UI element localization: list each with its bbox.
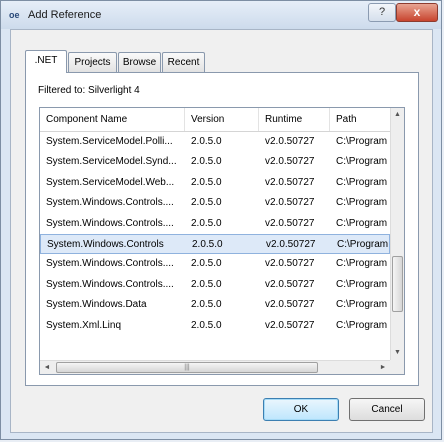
horizontal-scrollbar[interactable]: ◄ ||| ► xyxy=(40,360,390,374)
cell-component-name: System.Windows.Controls.... xyxy=(46,217,174,229)
cell-version: 2.0.5.0 xyxy=(192,239,223,250)
add-reference-dialog: oe Add Reference ? x .NET Projects Brows… xyxy=(0,0,442,440)
cancel-button[interactable]: Cancel xyxy=(349,398,425,421)
close-button[interactable]: x xyxy=(396,3,438,22)
cell-component-name: System.Xml.Linq xyxy=(46,319,122,331)
filter-label: Filtered to: Silverlight 4 xyxy=(38,85,140,96)
cell-path: C:\Program xyxy=(336,278,388,290)
cell-version: 2.0.5.0 xyxy=(191,258,222,270)
cell-component-name: System.Windows.Controls.... xyxy=(46,278,174,290)
horizontal-scroll-thumb[interactable]: ||| xyxy=(56,362,318,373)
table-row[interactable]: System.Windows.Controls.... 2.0.5.0 v2.0.5… xyxy=(40,254,390,274)
table-row[interactable]: System.Windows.Controls.... 2.0.5.0 v2.0.5… xyxy=(40,275,390,295)
table-row[interactable]: System.Xml.Linq 2.0.5.0 v2.0.50727 C:\Progr… xyxy=(40,316,390,336)
cell-path: C:\Program xyxy=(336,258,388,270)
cell-path: C:\Program xyxy=(336,319,388,331)
table-row[interactable]: System.Windows.Controls.... 2.0.5.0 v2.0.5… xyxy=(40,193,390,213)
cell-version: 2.0.5.0 xyxy=(191,176,222,188)
help-icon: ? xyxy=(378,6,386,18)
cell-runtime: v2.0.50727 xyxy=(265,176,315,188)
vertical-scroll-thumb[interactable] xyxy=(392,256,403,312)
table-row[interactable]: System.ServiceModel.Polli... 2.0.5.0 v2.0.… xyxy=(40,132,390,152)
cell-runtime: v2.0.50727 xyxy=(265,319,315,331)
cell-component-name: System.Windows.Controls.... xyxy=(46,197,174,209)
tab-panel: Filtered to: Silverlight 4 Component Nam… xyxy=(25,72,419,386)
app-icon: oe xyxy=(9,10,20,20)
cell-version: 2.0.5.0 xyxy=(191,156,222,168)
scroll-corner xyxy=(390,360,404,374)
table-row[interactable]: System.Windows.Controls.... 2.0.5.0 v2.0.5… xyxy=(40,214,390,234)
table-row[interactable]: System.ServiceModel.Web... 2.0.5.0 v2.0.50… xyxy=(40,173,390,193)
cell-version: 2.0.5.0 xyxy=(191,136,222,147)
ok-button[interactable]: OK xyxy=(263,398,339,421)
close-icon: x xyxy=(413,5,421,19)
cell-path: C:\Program xyxy=(337,239,389,250)
table-row[interactable]: System.ServiceModel.Synd... 2.0.5.0 v2.0.5… xyxy=(40,152,390,172)
cell-path: C:\Program xyxy=(336,136,388,147)
window-title: Add Reference xyxy=(28,9,102,21)
cell-version: 2.0.5.0 xyxy=(191,299,222,311)
cell-runtime: v2.0.50727 xyxy=(265,258,315,270)
cell-component-name: System.ServiceModel.Synd... xyxy=(46,156,177,168)
cell-runtime: v2.0.50727 xyxy=(265,278,315,290)
cell-runtime: v2.0.50727 xyxy=(265,217,315,229)
cell-version: 2.0.5.0 xyxy=(191,278,222,290)
column-header-version[interactable]: Version xyxy=(185,108,259,131)
cell-runtime: v2.0.50727 xyxy=(265,156,315,168)
cell-runtime: v2.0.50727 xyxy=(265,299,315,311)
cell-component-name: System.Windows.Data xyxy=(46,299,147,311)
table-row[interactable]: System.Windows.Data 2.0.5.0 v2.0.50727 C:\P… xyxy=(40,295,390,315)
cell-component-name: System.ServiceModel.Polli... xyxy=(46,136,173,147)
cell-component-name: System.ServiceModel.Web... xyxy=(46,176,175,188)
cell-component-name: System.Windows.Controls.... xyxy=(46,258,174,270)
column-header-runtime[interactable]: Runtime xyxy=(259,108,330,131)
cell-path: C:\Program xyxy=(336,176,388,188)
tab-dotnet[interactable]: .NET xyxy=(25,50,67,73)
vertical-scrollbar[interactable]: ▲ ▼ xyxy=(390,108,404,360)
cell-path: C:\Program xyxy=(336,156,388,168)
help-button[interactable]: ? xyxy=(368,3,396,22)
column-header-path[interactable]: Path xyxy=(330,108,392,131)
cell-runtime: v2.0.50727 xyxy=(265,197,315,209)
tab-projects[interactable]: Projects xyxy=(68,52,117,72)
component-list[interactable]: Component Name Version Runtime Path Syst… xyxy=(39,107,405,375)
dialog-client-area: .NET Projects Browse Recent Filtered to:… xyxy=(10,29,433,433)
tab-browse[interactable]: Browse xyxy=(118,52,161,72)
cell-runtime: v2.0.50727 xyxy=(266,239,316,250)
table-row[interactable]: System.Windows.Controls 2.0.5.0 v2.0.50727… xyxy=(40,234,390,254)
column-header-component-name[interactable]: Component Name xyxy=(40,108,185,131)
scroll-down-icon[interactable]: ▼ xyxy=(391,346,404,360)
scroll-up-icon[interactable]: ▲ xyxy=(391,108,404,122)
cell-path: C:\Program xyxy=(336,197,388,209)
cell-runtime: v2.0.50727 xyxy=(265,136,315,147)
scroll-right-icon[interactable]: ► xyxy=(376,361,390,374)
cell-version: 2.0.5.0 xyxy=(191,217,222,229)
cell-version: 2.0.5.0 xyxy=(191,319,222,331)
title-bar[interactable]: oe Add Reference ? x xyxy=(1,1,441,29)
cell-path: C:\Program xyxy=(336,299,388,311)
cell-component-name: System.Windows.Controls xyxy=(47,239,164,250)
column-header-row: Component Name Version Runtime Path xyxy=(40,108,390,132)
cell-version: 2.0.5.0 xyxy=(191,197,222,209)
tab-recent[interactable]: Recent xyxy=(162,52,205,72)
scroll-left-icon[interactable]: ◄ xyxy=(40,361,54,374)
cell-path: C:\Program xyxy=(336,217,388,229)
